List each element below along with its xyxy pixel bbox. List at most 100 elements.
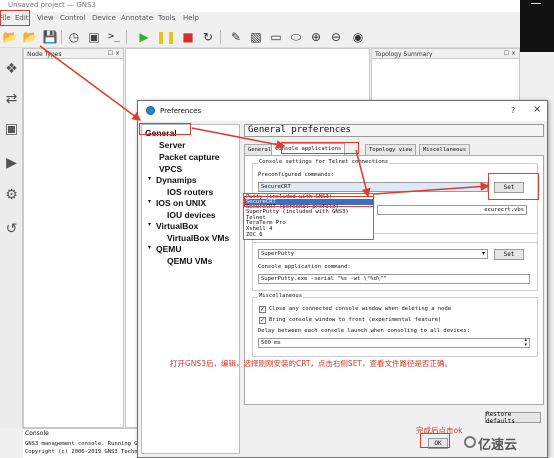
toolbar-separator bbox=[220, 30, 221, 44]
misc-group-label: Miscellaneous bbox=[258, 293, 304, 299]
minimize-icon[interactable] bbox=[531, 3, 541, 4]
highlight-general bbox=[139, 123, 191, 135]
highlight-console-tab bbox=[281, 142, 359, 154]
node-types-header: Node Types ☐ × bbox=[24, 49, 123, 59]
delay-value: 500 ms bbox=[261, 340, 281, 346]
app-command-label: Console application command: bbox=[258, 264, 351, 270]
menu-tools[interactable]: Tools bbox=[158, 14, 175, 22]
add-link-icon[interactable]: ↺ bbox=[2, 220, 21, 238]
nav-ios-on-unix[interactable]: IOS on UNIX bbox=[156, 198, 206, 208]
expand-arrow-icon[interactable]: ▾ bbox=[148, 221, 151, 228]
node-types-title: Node Types bbox=[27, 51, 62, 58]
screenshot-icon[interactable]: ◉ bbox=[350, 29, 366, 44]
nav-virtualbox-vms[interactable]: VirtualBox VMs bbox=[167, 233, 229, 243]
reload-all-icon[interactable]: ↻ bbox=[200, 29, 216, 44]
app-command-field[interactable]: SuperPutty.exe -serial "%s -wt \"%d\"" bbox=[258, 274, 530, 284]
menu-bar: File Edit View Control Device Annotate T… bbox=[0, 12, 520, 26]
preconfigured-value: SecureCRT bbox=[261, 184, 291, 190]
menu-view[interactable]: View bbox=[37, 14, 54, 22]
nav-qemu-vms[interactable]: QEMU VMs bbox=[167, 256, 212, 266]
expand-arrow-icon[interactable]: ▾ bbox=[148, 198, 151, 205]
history-icon[interactable]: ◷ bbox=[66, 29, 82, 44]
draw-ellipse-icon[interactable]: ⬭ bbox=[288, 29, 304, 44]
switch-icon[interactable]: ⇄ bbox=[2, 90, 21, 108]
restore-defaults-button[interactable]: Restore defaults bbox=[485, 411, 541, 425]
nav-dynamips[interactable]: Dynamips bbox=[156, 175, 197, 185]
toolbar: 📂 📂 💾 ◷ ▣ >_ ▶ ❚❚ ■ ↻ ✎ ▧ ▭ ⬭ ⊕ ⊖ ◉ bbox=[0, 26, 520, 48]
panel-controls-icon[interactable]: ☐ × bbox=[504, 50, 516, 57]
preferences-nav-tree: General Server Packet capture VPCS ▾ Dyn… bbox=[141, 124, 240, 454]
command-path-field[interactable]: ecurecrt.vbs bbox=[377, 205, 527, 215]
nav-vpcs[interactable]: VPCS bbox=[159, 164, 182, 174]
serial-preconfigured-select[interactable]: SuperPutty ▾ bbox=[258, 249, 488, 259]
console-line: Copyright (c) 2006-2019 GNS3 Technol bbox=[25, 449, 145, 455]
topology-summary-title: Topology Summary bbox=[375, 51, 433, 58]
add-note-icon[interactable]: ✎ bbox=[228, 29, 244, 44]
nav-packet-capture[interactable]: Packet capture bbox=[159, 152, 219, 162]
open-folder-icon[interactable]: 📂 bbox=[2, 29, 18, 44]
expand-arrow-icon[interactable]: ▾ bbox=[148, 175, 151, 182]
save-icon[interactable]: 💾 bbox=[42, 29, 58, 44]
menu-control[interactable]: Control bbox=[60, 14, 85, 22]
insert-picture-icon[interactable]: ▧ bbox=[248, 29, 264, 44]
all-devices-icon[interactable]: ⚙ bbox=[2, 186, 21, 204]
toolbar-separator bbox=[126, 30, 127, 44]
tab-miscellaneous[interactable]: Miscellaneous bbox=[419, 144, 471, 155]
done-note: 完成后点击ok bbox=[416, 426, 463, 435]
router-icon[interactable]: ❖ bbox=[2, 60, 21, 78]
device-type-bar: ❖ ⇄ ▣ ▶ ⚙ ↺ bbox=[0, 48, 23, 428]
gns3-icon bbox=[146, 106, 155, 115]
console-line: GNS3 management console. Running GN bbox=[25, 441, 141, 447]
snapshot-icon[interactable]: ▣ bbox=[86, 29, 102, 44]
page-title: General preferences bbox=[244, 124, 544, 137]
command-path-value: ecurecrt.vbs bbox=[484, 207, 524, 213]
instruction-note: 打开GNS3后，编辑，选择刚刚安装的CRT，点击右侧SET，查看文件路径是否正确… bbox=[170, 359, 453, 368]
draw-rectangle-icon[interactable]: ▭ bbox=[268, 29, 284, 44]
nav-server[interactable]: Server bbox=[159, 140, 185, 150]
menu-help[interactable]: Help bbox=[183, 14, 199, 22]
toolbar-separator bbox=[61, 30, 62, 44]
nav-qemu[interactable]: QEMU bbox=[156, 244, 182, 254]
nav-ios-routers[interactable]: IOS routers bbox=[167, 187, 213, 197]
console-all-icon[interactable]: >_ bbox=[106, 29, 122, 44]
dialog-title-bar: Preferences ? × bbox=[138, 101, 547, 121]
menu-annotate[interactable]: Annotate bbox=[121, 14, 153, 22]
dropdown-option[interactable]: ZOC 6 bbox=[246, 232, 263, 238]
highlight-securecrt bbox=[244, 196, 374, 207]
spin-arrows-icon[interactable]: ▴ ▾ bbox=[524, 338, 527, 348]
close-icon[interactable]: × bbox=[533, 104, 541, 115]
zoom-in-icon[interactable]: ⊕ bbox=[308, 29, 324, 44]
highlight-edit-menu bbox=[0, 10, 30, 26]
close-console-label: Close any connected console window when … bbox=[269, 306, 452, 312]
bring-front-checkbox[interactable]: ✓ bbox=[259, 317, 266, 324]
set-button-2[interactable]: Set bbox=[494, 249, 524, 260]
delay-spinbox[interactable]: 500 ms ▴ ▾ bbox=[258, 338, 530, 348]
topology-summary-header: Topology Summary ☐ × bbox=[372, 49, 519, 59]
serial-preconfigured-value: SuperPutty bbox=[261, 251, 295, 257]
help-button[interactable]: ? bbox=[511, 106, 515, 115]
close-console-checkbox[interactable]: ✓ bbox=[259, 306, 266, 313]
menu-device[interactable]: Device bbox=[92, 14, 116, 22]
node-types-panel: Node Types ☐ × bbox=[23, 48, 124, 428]
chevron-down-icon: ▾ bbox=[481, 250, 485, 257]
panel-controls-icon[interactable]: ☐ × bbox=[108, 50, 120, 57]
suspend-all-icon[interactable]: ❚❚ bbox=[156, 29, 176, 44]
stop-all-icon[interactable]: ■ bbox=[180, 29, 196, 44]
expand-arrow-icon[interactable]: ▾ bbox=[148, 244, 151, 251]
window-title: Unsaved project — GNS3 bbox=[8, 1, 96, 9]
preconfigured-select[interactable]: SecureCRT ▾ bbox=[258, 182, 488, 192]
title-bar: Unsaved project — GNS3 bbox=[0, 0, 520, 12]
zoom-out-icon[interactable]: ⊖ bbox=[328, 29, 344, 44]
preconfigured-label: Preconfigured commands: bbox=[258, 172, 335, 178]
tab-topology-view[interactable]: Topology view bbox=[365, 144, 417, 155]
start-all-icon[interactable]: ▶ bbox=[136, 29, 152, 44]
bring-front-label: Bring console window to front (experimen… bbox=[269, 317, 442, 323]
dialog-title: Preferences bbox=[160, 107, 202, 115]
watermark-logo-icon bbox=[464, 436, 476, 448]
nav-iou-devices[interactable]: IOU devices bbox=[167, 210, 216, 220]
open-project-icon[interactable]: 📂 bbox=[22, 29, 38, 44]
security-device-icon[interactable]: ▶ bbox=[2, 154, 21, 172]
nav-virtualbox[interactable]: VirtualBox bbox=[156, 221, 198, 231]
console-title: Console bbox=[25, 430, 49, 437]
end-device-icon[interactable]: ▣ bbox=[2, 120, 21, 138]
